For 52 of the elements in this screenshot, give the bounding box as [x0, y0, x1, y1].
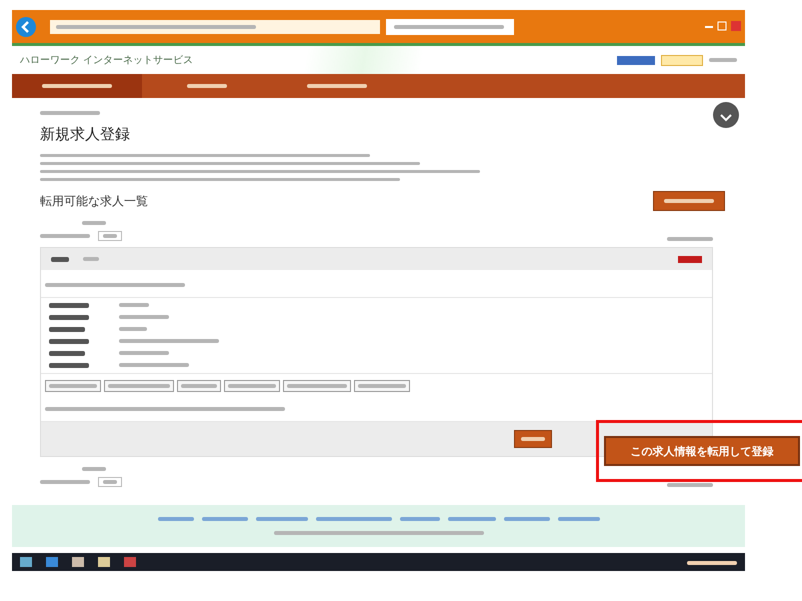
- illegible-text: [49, 339, 89, 344]
- illegible-text: [49, 363, 89, 368]
- page-title: 新規求人登録: [40, 125, 130, 144]
- footer-link[interactable]: [558, 517, 600, 521]
- illegible-text: [119, 303, 149, 307]
- illegible-text: [40, 234, 90, 238]
- illegible-text: [82, 467, 106, 471]
- illegible-text: [49, 327, 85, 332]
- footer-link[interactable]: [504, 517, 550, 521]
- reuse-job-button[interactable]: この求人情報を転用して登録: [604, 436, 800, 466]
- section-heading: 転用可能な求人一覧: [40, 192, 148, 210]
- window-controls-icon[interactable]: [705, 20, 741, 32]
- small-button[interactable]: [283, 380, 351, 392]
- illegible-text: [119, 351, 169, 355]
- status-badge: [678, 256, 702, 262]
- scroll-down-icon[interactable]: [713, 102, 739, 128]
- illegible-text: [119, 363, 189, 367]
- illegible-text: [49, 315, 89, 320]
- footer-link[interactable]: [448, 517, 496, 521]
- illegible-text: [119, 315, 169, 319]
- illegible-text: [51, 256, 69, 262]
- small-button[interactable]: [104, 380, 174, 392]
- small-button[interactable]: [224, 380, 280, 392]
- header-button[interactable]: [617, 56, 655, 64]
- browser-tab[interactable]: [386, 18, 514, 34]
- page-size-select[interactable]: [98, 231, 122, 241]
- footer-link[interactable]: [256, 517, 308, 521]
- illegible-text: [709, 58, 737, 62]
- footer-link[interactable]: [400, 517, 440, 521]
- small-button[interactable]: [354, 380, 410, 392]
- small-button[interactable]: [177, 380, 221, 392]
- illegible-text: [83, 257, 99, 261]
- site-logo[interactable]: ハローワーク インターネットサービス: [20, 53, 194, 67]
- nav-item[interactable]: [12, 74, 142, 98]
- breadcrumb[interactable]: [40, 110, 100, 115]
- footer-link[interactable]: [316, 517, 392, 521]
- small-button[interactable]: [45, 380, 101, 392]
- footer-link[interactable]: [202, 517, 248, 521]
- illegible-text: [119, 327, 147, 331]
- illegible-text: [82, 221, 106, 225]
- back-icon[interactable]: [16, 16, 36, 36]
- pagination[interactable]: [667, 237, 713, 241]
- tray-clock: [687, 561, 737, 566]
- pagination[interactable]: [667, 483, 713, 487]
- illegible-text: [40, 480, 90, 484]
- action-button[interactable]: [653, 191, 725, 211]
- page-size-select[interactable]: [98, 477, 122, 487]
- illegible-text: [49, 303, 89, 308]
- action-button[interactable]: [514, 430, 552, 448]
- address-bar[interactable]: [50, 20, 380, 34]
- illegible-text: [49, 351, 85, 356]
- footer-link[interactable]: [158, 517, 194, 521]
